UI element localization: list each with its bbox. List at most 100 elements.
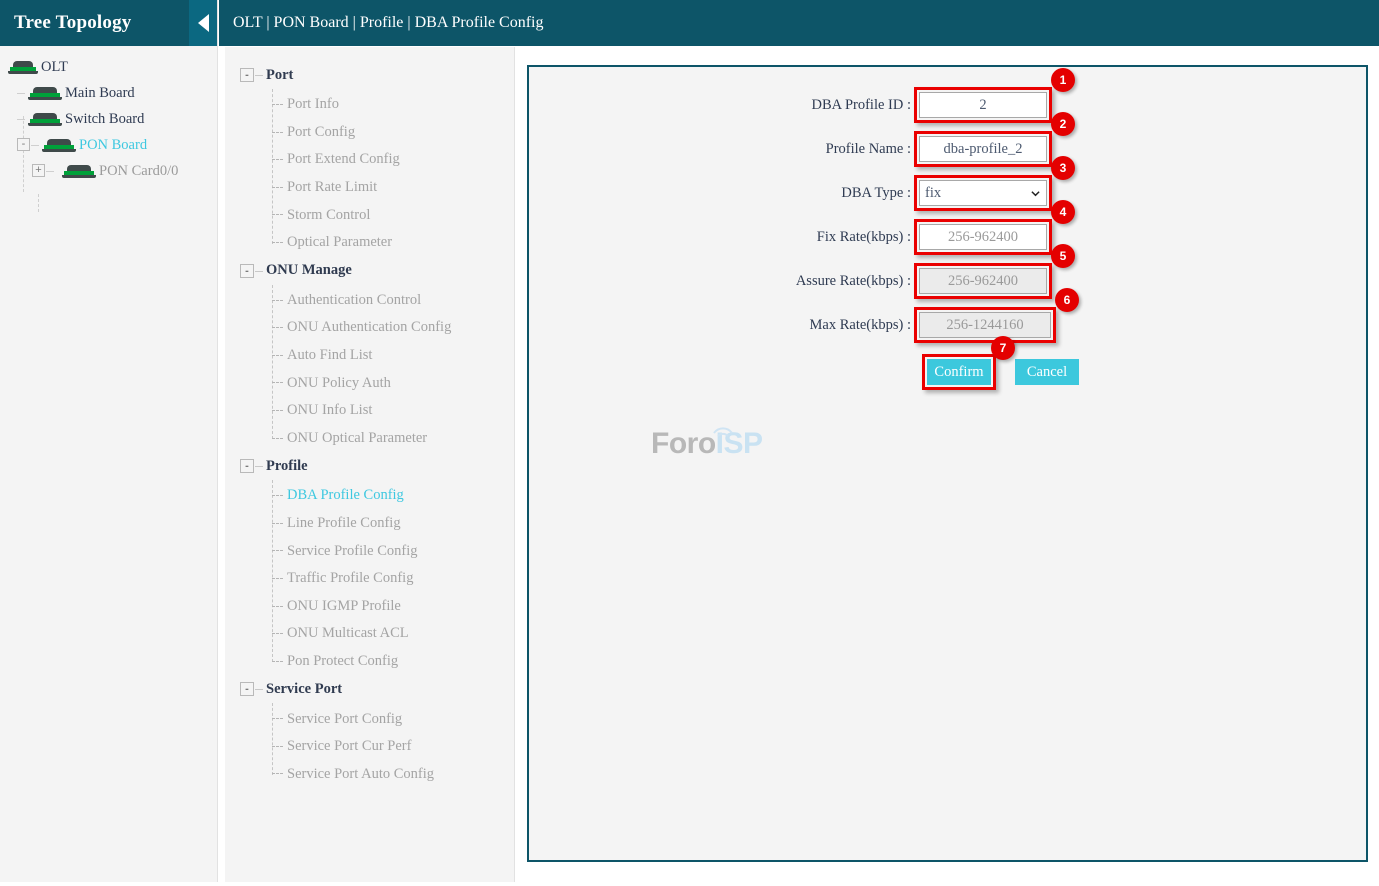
- breadcrumb: OLT | PON Board | Profile | DBA Profile …: [233, 14, 544, 31]
- tree-connector: [17, 119, 25, 120]
- group-expander-minus-icon[interactable]: -: [240, 682, 254, 697]
- annotation-badge-7: 7: [991, 336, 1015, 360]
- menu-item-label: Traffic Profile Config: [287, 570, 414, 587]
- menu-item-port-info[interactable]: Port Info: [225, 91, 514, 119]
- tree-connector: [272, 354, 283, 356]
- tree-connector: [272, 605, 283, 607]
- dba-profile-id-input[interactable]: [919, 92, 1047, 118]
- field-label: DBA Type :: [841, 184, 911, 201]
- menu-item-label: Port Extend Config: [287, 151, 400, 168]
- tree-expander-plus-icon[interactable]: +: [32, 164, 45, 177]
- confirm-button[interactable]: Confirm: [927, 359, 991, 385]
- tree-connector: [272, 186, 283, 188]
- menu-items: DBA Profile Config Line Profile Config S…: [225, 480, 514, 675]
- menu-item-onu-info-list[interactable]: ONU Info List: [225, 397, 514, 425]
- form-row-fix-rate: Fix Rate(kbps) : 4: [529, 200, 1366, 259]
- profile-name-input[interactable]: [919, 136, 1047, 162]
- menu-item-label: DBA Profile Config: [287, 487, 404, 504]
- menu-item-onu-multicast-acl[interactable]: ONU Multicast ACL: [225, 620, 514, 648]
- menu-item-auto-find-list[interactable]: Auto Find List: [225, 342, 514, 370]
- main-content: DBA Profile ID : 1 Profile Name : 2: [516, 47, 1379, 886]
- group-expander-minus-icon[interactable]: -: [240, 459, 254, 474]
- menu-item-pon-protect-config[interactable]: Pon Protect Config: [225, 648, 514, 676]
- menu-item-label: Authentication Control: [287, 291, 422, 308]
- menu-group-header[interactable]: - Service Port: [225, 675, 514, 703]
- menu-item-onu-optical-parameter[interactable]: ONU Optical Parameter: [225, 425, 514, 453]
- menu-item-onu-igmp-profile[interactable]: ONU IGMP Profile: [225, 593, 514, 621]
- tree-connector: [272, 577, 283, 579]
- field-label: Fix Rate(kbps) :: [816, 228, 911, 245]
- app-root: Tree Topology OLT Main Board Switch Boar…: [0, 0, 1379, 886]
- form-row-assure-rate: Assure Rate(kbps) : 5: [529, 244, 1366, 303]
- menu-item-service-profile-config[interactable]: Service Profile Config: [225, 537, 514, 565]
- board-icon: [42, 138, 76, 152]
- menu-item-line-profile-config[interactable]: Line Profile Config: [225, 510, 514, 538]
- tree-connector: [272, 382, 283, 384]
- menu-item-label: Port Rate Limit: [287, 179, 378, 196]
- menu-item-label: Pon Protect Config: [287, 652, 399, 669]
- menu-group-title: Profile: [266, 457, 308, 474]
- tree-connector: [272, 299, 283, 301]
- tree-connector: [272, 522, 283, 524]
- dba-profile-form-panel: DBA Profile ID : 1 Profile Name : 2: [527, 65, 1368, 862]
- group-expander-minus-icon[interactable]: -: [240, 263, 254, 278]
- form-row-dba-type: DBA Type : fix 3: [529, 156, 1366, 215]
- tree-connector: [255, 689, 263, 691]
- tree-node-pon-card[interactable]: + PON Card0/0: [0, 158, 217, 184]
- menu-item-label: Storm Control: [287, 206, 371, 223]
- annotation-badge-2: 2: [1051, 112, 1075, 136]
- assure-rate-input[interactable]: [919, 268, 1047, 294]
- menu-item-label: ONU Info List: [287, 402, 373, 419]
- board-icon: [62, 164, 96, 178]
- menu-item-service-port-config[interactable]: Service Port Config: [225, 705, 514, 733]
- cancel-button[interactable]: Cancel: [1015, 359, 1079, 385]
- menu-item-service-port-cur-perf[interactable]: Service Port Cur Perf: [225, 733, 514, 761]
- menu-group-header[interactable]: - ONU Manage: [225, 257, 514, 285]
- field-wrapper: 2: [914, 112, 1075, 167]
- dba-type-select[interactable]: fix: [919, 180, 1047, 206]
- tree-expander-minus-icon[interactable]: -: [17, 138, 30, 151]
- menu-item-port-extend-config[interactable]: Port Extend Config: [225, 146, 514, 174]
- menu-item-label: ONU IGMP Profile: [287, 597, 401, 614]
- menu-item-label: Port Info: [287, 96, 339, 113]
- board-icon: [8, 60, 38, 74]
- menu-group-header[interactable]: - Port: [225, 61, 514, 89]
- tree-connector: [272, 495, 283, 497]
- tree-node-label: OLT: [41, 58, 68, 75]
- menu-item-label: Service Port Cur Perf: [287, 738, 412, 755]
- menu-item-authentication-control[interactable]: Authentication Control: [225, 287, 514, 315]
- menu-items: Authentication Control ONU Authenticatio…: [225, 284, 514, 453]
- tree-node-olt[interactable]: OLT: [0, 54, 217, 80]
- form-row-profile-name: Profile Name : 2: [529, 112, 1366, 171]
- tree-node-switch-board[interactable]: Switch Board: [0, 106, 217, 132]
- tree-node-pon-board[interactable]: - PON Board: [0, 132, 217, 158]
- collapse-sidebar-button[interactable]: [189, 0, 217, 46]
- menu-item-storm-control[interactable]: Storm Control: [225, 201, 514, 229]
- board-icon: [28, 86, 62, 100]
- tree-connector: [272, 104, 283, 105]
- menu-group-header[interactable]: - Profile: [225, 452, 514, 480]
- navigation-menu-panel: - Port Port Info Port Config Port Extend…: [225, 47, 515, 882]
- menu-group-onu-manage: - ONU Manage Authentication Control ONU …: [225, 257, 514, 453]
- group-expander-minus-icon[interactable]: -: [240, 68, 254, 82]
- menu-item-onu-policy-auth[interactable]: ONU Policy Auth: [225, 369, 514, 397]
- menu-item-onu-authentication-config[interactable]: ONU Authentication Config: [225, 314, 514, 342]
- tree-connector: [272, 773, 283, 775]
- menu-item-traffic-profile-config[interactable]: Traffic Profile Config: [225, 565, 514, 593]
- menu-item-port-config[interactable]: Port Config: [225, 119, 514, 147]
- menu-item-port-rate-limit[interactable]: Port Rate Limit: [225, 174, 514, 202]
- menu-group-port: - Port Port Info Port Config Port Extend…: [225, 61, 514, 257]
- menu-item-service-port-auto-config[interactable]: Service Port Auto Config: [225, 760, 514, 788]
- annotation-badge-5: 5: [1051, 244, 1075, 268]
- tree-node-main-board[interactable]: Main Board: [0, 80, 217, 106]
- tree-node-label: PON Board: [79, 136, 148, 153]
- max-rate-input[interactable]: [919, 312, 1051, 338]
- menu-item-dba-profile-config[interactable]: DBA Profile Config: [225, 482, 514, 510]
- fix-rate-input[interactable]: [919, 224, 1047, 250]
- menu-item-optical-parameter[interactable]: Optical Parameter: [225, 229, 514, 257]
- caret-left-icon: [197, 14, 209, 32]
- breadcrumb-bar: OLT | PON Board | Profile | DBA Profile …: [219, 0, 1379, 46]
- menu-item-label: ONU Policy Auth: [287, 374, 391, 391]
- tree-node-label: PON Card0/0: [99, 162, 179, 179]
- tree-connector: [272, 660, 283, 662]
